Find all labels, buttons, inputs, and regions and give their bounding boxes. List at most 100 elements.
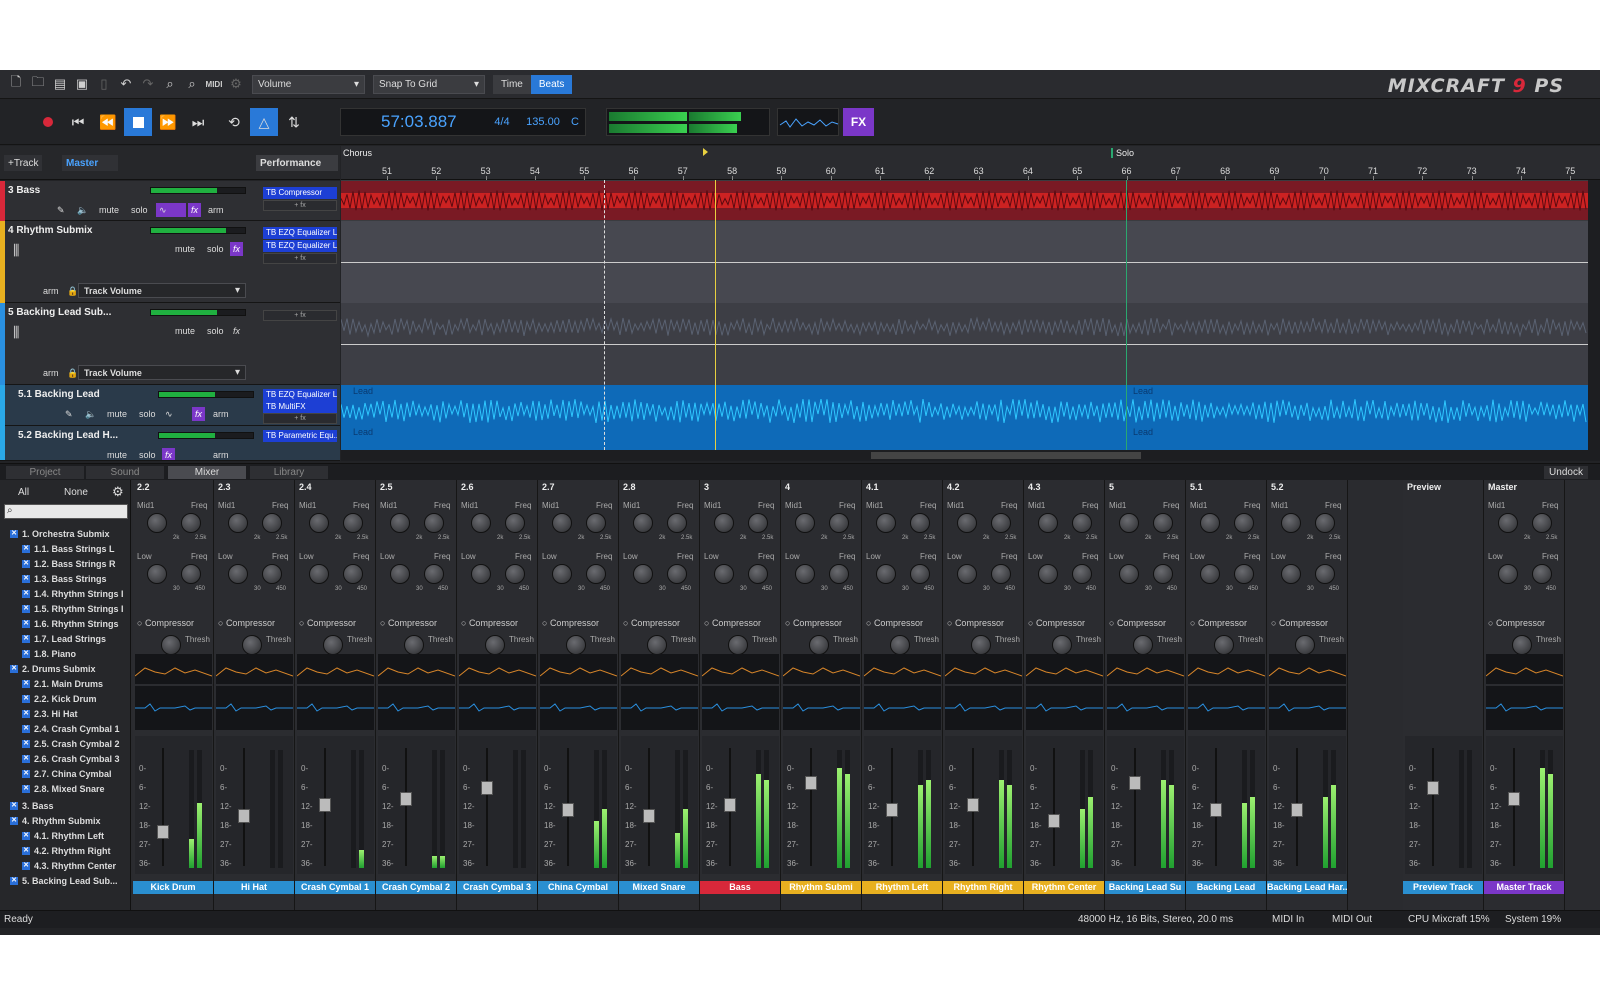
volume-automation-line[interactable] <box>341 262 1588 263</box>
channel-name-label[interactable]: Hi Hat <box>214 881 294 894</box>
threshold-knob[interactable] <box>323 635 343 655</box>
undo-icon[interactable]: ↶ <box>116 74 136 94</box>
low-gain-knob[interactable] <box>1281 564 1301 584</box>
add-fx-button[interactable]: + fx <box>263 413 337 424</box>
snap-dropdown[interactable]: Snap To Grid ▾ <box>373 75 485 94</box>
channel-name-label[interactable]: Preview Track <box>1403 881 1483 894</box>
automation-lane-dropdown[interactable]: Track Volume ▾ <box>78 283 246 298</box>
mid-gain-knob[interactable] <box>471 513 491 533</box>
low-gain-knob[interactable] <box>795 564 815 584</box>
mid-freq-knob[interactable] <box>1072 513 1092 533</box>
threshold-knob[interactable] <box>1295 635 1315 655</box>
compressor-toggle[interactable]: ○ Compressor <box>461 618 518 628</box>
ruler-bar-number[interactable]: 69 <box>1269 166 1279 176</box>
ruler-bar-number[interactable]: 55 <box>579 166 589 176</box>
compressor-toggle[interactable]: ○ Compressor <box>1271 618 1328 628</box>
compressor-toggle[interactable]: ○ Compressor <box>380 618 437 628</box>
mixer-track-checkbox-item[interactable]: ✕ 2.8. Mixed Snare <box>22 782 105 796</box>
ruler-bar-number[interactable]: 52 <box>431 166 441 176</box>
checkbox-icon[interactable]: ✕ <box>22 695 30 703</box>
automation-wave-icon[interactable]: ∿ <box>156 203 186 217</box>
track-name[interactable]: 5.2 Backing Lead H... <box>18 430 118 441</box>
ruler-bar-number[interactable]: 73 <box>1467 166 1477 176</box>
checkbox-icon[interactable]: ✕ <box>22 847 30 855</box>
track-fx-button[interactable]: fx <box>230 324 243 338</box>
threshold-knob[interactable] <box>1052 635 1072 655</box>
checkbox-icon[interactable]: ✕ <box>22 680 30 688</box>
fx-slot[interactable]: TB EZQ Equalizer L... <box>263 240 337 252</box>
track-backing-lead-harmony[interactable]: 5.2 Backing Lead H... mute solo fx arm T… <box>0 426 340 461</box>
ruler-bar-number[interactable]: 71 <box>1368 166 1378 176</box>
low-freq-knob[interactable] <box>181 564 201 584</box>
time-signature[interactable]: 4/4 <box>483 116 521 128</box>
speaker-icon[interactable]: 🔈 <box>74 203 91 217</box>
mid-freq-knob[interactable] <box>586 513 606 533</box>
low-freq-knob[interactable] <box>1315 564 1335 584</box>
track-name[interactable]: 5 Backing Lead Sub... <box>8 307 111 318</box>
mixer-track-checkbox-item[interactable]: ✕ 2.5. Crash Cymbal 2 <box>22 737 120 751</box>
compressor-toggle[interactable]: ○ Compressor <box>785 618 842 628</box>
low-gain-knob[interactable] <box>957 564 977 584</box>
ruler-bar-number[interactable]: 64 <box>1023 166 1033 176</box>
channel-name-label[interactable]: Master Track <box>1484 881 1564 894</box>
mute-button[interactable]: mute <box>96 203 122 217</box>
threshold-knob[interactable] <box>404 635 424 655</box>
checkbox-icon[interactable]: ✕ <box>22 740 30 748</box>
fx-slot[interactable]: TB Parametric Equ... <box>263 430 337 442</box>
track-edit-icon[interactable]: ✎ <box>62 407 76 421</box>
bass-lane[interactable] <box>341 181 1588 220</box>
low-freq-knob[interactable] <box>1153 564 1173 584</box>
threshold-knob[interactable] <box>566 635 586 655</box>
punch-button[interactable]: ⇅ <box>280 108 308 136</box>
threshold-knob[interactable] <box>1133 635 1153 655</box>
low-gain-knob[interactable] <box>633 564 653 584</box>
mid-freq-knob[interactable] <box>667 513 687 533</box>
volume-fader-handle[interactable] <box>1048 814 1060 828</box>
cut-icon[interactable]: ▯ <box>94 74 114 94</box>
mid-freq-knob[interactable] <box>181 513 201 533</box>
ruler-bar-number[interactable]: 72 <box>1417 166 1427 176</box>
arm-button[interactable]: arm <box>40 366 62 380</box>
arm-button[interactable]: arm <box>205 203 227 217</box>
checkbox-icon[interactable]: ✕ <box>22 605 30 613</box>
key-readout[interactable]: C <box>565 116 585 128</box>
compressor-toggle[interactable]: ○ Compressor <box>866 618 923 628</box>
timeline-horizontal-scrollbar[interactable] <box>341 450 1588 461</box>
ruler-bar-number[interactable]: 51 <box>382 166 392 176</box>
tab-mixer[interactable]: Mixer <box>168 466 246 479</box>
mid-freq-knob[interactable] <box>505 513 525 533</box>
mixer-track-checkbox-item[interactable]: ✕ 2. Drums Submix <box>10 662 96 676</box>
channel-name-label[interactable]: Backing Lead Har... <box>1267 881 1347 894</box>
performance-button[interactable]: Performance <box>256 155 338 171</box>
volume-fader-handle[interactable] <box>562 803 574 817</box>
track-fx-button[interactable]: fx <box>188 203 201 217</box>
mid-gain-knob[interactable] <box>1038 513 1058 533</box>
threshold-knob[interactable] <box>242 635 262 655</box>
zoom-out-icon[interactable]: ⌕ <box>182 74 202 94</box>
mid-freq-knob[interactable] <box>910 513 930 533</box>
checkbox-icon[interactable]: ✕ <box>10 530 18 538</box>
compressor-toggle[interactable]: ○ Compressor <box>542 618 599 628</box>
open-recent-icon[interactable]: ▤ <box>50 74 70 94</box>
mute-button[interactable]: mute <box>172 242 198 256</box>
compressor-toggle[interactable]: ○ Compressor <box>1190 618 1247 628</box>
new-file-icon[interactable]: 🗋 <box>6 74 26 94</box>
mid-gain-knob[interactable] <box>309 513 329 533</box>
track-backing-lead[interactable]: 5.1 Backing Lead ✎ 🔈 mute solo ∿ fx arm … <box>0 385 340 426</box>
checkbox-icon[interactable]: ✕ <box>10 817 18 825</box>
time-readout[interactable]: 57:03.887 <box>381 112 483 132</box>
threshold-knob[interactable] <box>161 635 181 655</box>
low-gain-knob[interactable] <box>1498 564 1518 584</box>
mixer-track-checkbox-item[interactable]: ✕ 2.1. Main Drums <box>22 677 103 691</box>
mute-button[interactable]: mute <box>172 324 198 338</box>
compressor-toggle[interactable]: ○ Compressor <box>137 618 194 628</box>
mixer-track-checkbox-item[interactable]: ✕ 1.6. Rhythm Strings <box>22 617 119 631</box>
add-fx-button[interactable]: + fx <box>263 310 337 321</box>
compressor-toggle[interactable]: ○ Compressor <box>947 618 1004 628</box>
low-gain-knob[interactable] <box>147 564 167 584</box>
checkbox-icon[interactable]: ✕ <box>22 575 30 583</box>
checkbox-icon[interactable]: ✕ <box>22 545 30 553</box>
low-freq-knob[interactable] <box>586 564 606 584</box>
threshold-knob[interactable] <box>728 635 748 655</box>
mid-gain-knob[interactable] <box>714 513 734 533</box>
